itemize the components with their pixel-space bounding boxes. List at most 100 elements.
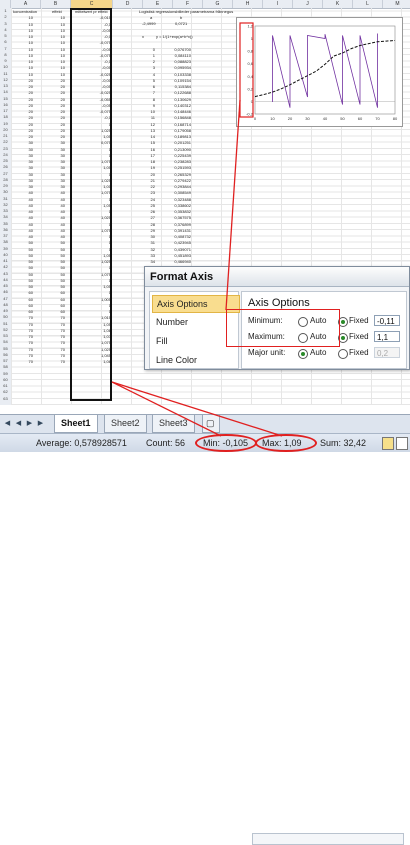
first-sheet-icon[interactable]: ◀​ bbox=[3, 419, 12, 428]
table-cell: 70 bbox=[60, 340, 65, 346]
row-header[interactable]: 38 bbox=[0, 239, 11, 245]
column-header-g[interactable]: G bbox=[203, 0, 233, 8]
major-fixed-radio[interactable] bbox=[338, 349, 348, 359]
row-header[interactable]: 62 bbox=[0, 389, 11, 395]
row-header[interactable]: 52 bbox=[0, 327, 11, 333]
row-header[interactable]: 50 bbox=[0, 314, 11, 320]
row-header[interactable]: 6 bbox=[0, 39, 11, 45]
major-auto-radio[interactable] bbox=[298, 349, 308, 359]
row-header[interactable]: 5 bbox=[0, 33, 11, 39]
row-header[interactable]: 20 bbox=[0, 127, 11, 133]
maximum-input[interactable]: 1,1 bbox=[374, 331, 400, 342]
row-header[interactable]: 12 bbox=[0, 77, 11, 83]
row-header[interactable]: 10 bbox=[0, 64, 11, 70]
table-cell: 50 bbox=[28, 271, 33, 277]
row-header[interactable]: 42 bbox=[0, 264, 11, 270]
column-header-h[interactable]: H bbox=[233, 0, 263, 8]
column-header-d[interactable]: D bbox=[113, 0, 143, 8]
prev-sheet-icon[interactable]: ◀ bbox=[14, 419, 23, 428]
row-header[interactable]: 26 bbox=[0, 164, 11, 170]
row-header[interactable]: 53 bbox=[0, 333, 11, 339]
normal-view-icon[interactable] bbox=[382, 437, 394, 450]
column-header-c[interactable]: C bbox=[71, 0, 113, 8]
row-header[interactable]: 45 bbox=[0, 283, 11, 289]
last-sheet-icon[interactable]: ▶​ bbox=[36, 419, 45, 428]
row-header[interactable]: 21 bbox=[0, 133, 11, 139]
row-header[interactable]: 9 bbox=[0, 58, 11, 64]
row-header[interactable]: 35 bbox=[0, 221, 11, 227]
row-header[interactable]: 47 bbox=[0, 296, 11, 302]
row-header[interactable]: 13 bbox=[0, 83, 11, 89]
column-header-b[interactable]: B bbox=[41, 0, 71, 8]
row-header[interactable]: 51 bbox=[0, 321, 11, 327]
minimum-input[interactable]: -0,11 bbox=[374, 315, 400, 326]
row-header[interactable]: 23 bbox=[0, 146, 11, 152]
tab-sheet2[interactable]: Sheet2 bbox=[104, 415, 147, 433]
column-header-k[interactable]: K bbox=[323, 0, 353, 8]
row-header[interactable]: 49 bbox=[0, 308, 11, 314]
row-header[interactable]: 7 bbox=[0, 46, 11, 52]
row-header[interactable]: 29 bbox=[0, 183, 11, 189]
row-header[interactable]: 58 bbox=[0, 364, 11, 370]
row-header[interactable]: 43 bbox=[0, 271, 11, 277]
row-header[interactable]: 28 bbox=[0, 177, 11, 183]
scatter-chart[interactable]: 1,2 1 0,8 0,6 0,4 0,2 0 -0,2 0 10 20 30 40 50 60 70 80 bbox=[236, 17, 403, 127]
row-header[interactable]: 61 bbox=[0, 383, 11, 389]
row-header[interactable]: 1 bbox=[0, 8, 11, 14]
select-all-corner[interactable] bbox=[0, 0, 11, 8]
row-header[interactable]: 40 bbox=[0, 252, 11, 258]
column-header-a[interactable]: A bbox=[11, 0, 41, 8]
row-header[interactable]: 11 bbox=[0, 71, 11, 77]
table-cell: 70 bbox=[28, 340, 33, 346]
row-header[interactable]: 33 bbox=[0, 208, 11, 214]
column-header-l[interactable]: L bbox=[353, 0, 383, 8]
row-header[interactable]: 30 bbox=[0, 189, 11, 195]
column-header-f[interactable]: F bbox=[173, 0, 203, 8]
row-header[interactable]: 14 bbox=[0, 89, 11, 95]
row-header[interactable]: 46 bbox=[0, 289, 11, 295]
row-header[interactable]: 24 bbox=[0, 152, 11, 158]
row-header[interactable]: 37 bbox=[0, 233, 11, 239]
row-header[interactable]: 31 bbox=[0, 196, 11, 202]
row-header[interactable]: 18 bbox=[0, 114, 11, 120]
column-header-i[interactable]: I bbox=[263, 0, 293, 8]
horizontal-scrollbar[interactable] bbox=[252, 833, 404, 845]
row-header[interactable]: 25 bbox=[0, 158, 11, 164]
column-header-m[interactable]: M bbox=[383, 0, 410, 8]
insert-sheet-icon[interactable]: ▢ bbox=[202, 415, 220, 433]
row-header[interactable]: 55 bbox=[0, 346, 11, 352]
row-header[interactable]: 22 bbox=[0, 139, 11, 145]
row-header[interactable]: 19 bbox=[0, 121, 11, 127]
row-header[interactable]: 57 bbox=[0, 358, 11, 364]
row-header[interactable]: 17 bbox=[0, 108, 11, 114]
page-layout-icon[interactable] bbox=[396, 437, 408, 450]
column-header-e[interactable]: E bbox=[143, 0, 173, 8]
row-header[interactable]: 4 bbox=[0, 27, 11, 33]
row-header[interactable]: 34 bbox=[0, 214, 11, 220]
row-header[interactable]: 48 bbox=[0, 302, 11, 308]
row-header[interactable]: 44 bbox=[0, 277, 11, 283]
row-header[interactable]: 27 bbox=[0, 171, 11, 177]
column-header-j[interactable]: J bbox=[293, 0, 323, 8]
row-header[interactable]: 32 bbox=[0, 202, 11, 208]
row-header[interactable]: 56 bbox=[0, 352, 11, 358]
row-header[interactable]: 54 bbox=[0, 339, 11, 345]
major-unit-input[interactable]: 0,2 bbox=[374, 347, 400, 358]
row-header[interactable]: 39 bbox=[0, 246, 11, 252]
row-header[interactable]: 60 bbox=[0, 377, 11, 383]
row-header[interactable]: 3 bbox=[0, 21, 11, 27]
row-header[interactable]: 36 bbox=[0, 227, 11, 233]
row-header[interactable]: 2 bbox=[0, 14, 11, 20]
table-cell: 4 bbox=[152, 71, 155, 77]
tab-sheet3[interactable]: Sheet3 bbox=[152, 415, 195, 433]
row-header[interactable]: 59 bbox=[0, 371, 11, 377]
row-header[interactable]: 8 bbox=[0, 52, 11, 58]
table-cell: 60 bbox=[28, 309, 33, 314]
row-header[interactable]: 15 bbox=[0, 96, 11, 102]
nav-line-color[interactable]: Line Color bbox=[152, 352, 238, 368]
row-header[interactable]: 63 bbox=[0, 396, 11, 402]
row-header[interactable]: 41 bbox=[0, 258, 11, 264]
next-sheet-icon[interactable]: ▶ bbox=[25, 419, 34, 428]
tab-sheet1[interactable]: Sheet1 bbox=[54, 415, 98, 433]
row-header[interactable]: 16 bbox=[0, 102, 11, 108]
